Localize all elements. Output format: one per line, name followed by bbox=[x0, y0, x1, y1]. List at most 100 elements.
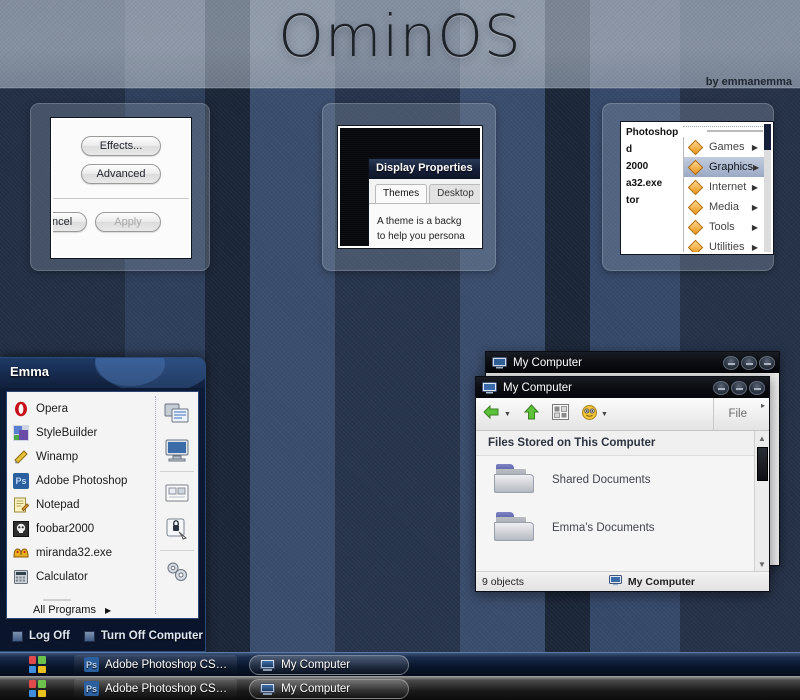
start-item-calculator[interactable]: Calculator bbox=[7, 565, 155, 589]
start-item-photoshop[interactable]: Ps Adobe Photoshop bbox=[7, 469, 155, 493]
minimize-button[interactable] bbox=[723, 356, 739, 370]
folder-diamond-icon bbox=[688, 159, 704, 175]
submenu-item-internet[interactable]: Internet ▶ bbox=[684, 177, 764, 197]
up-button[interactable] bbox=[523, 404, 540, 425]
taskbar-button-label: Adobe Photoshop CS… bbox=[105, 659, 227, 671]
submenu-label: Graphics bbox=[709, 161, 753, 173]
start-menu-header: Emma bbox=[0, 358, 205, 388]
toolbar-overflow-icon[interactable]: ▸ bbox=[761, 401, 765, 410]
start-item-foobar2000[interactable]: foobar2000 bbox=[7, 517, 155, 541]
minimize-button[interactable] bbox=[713, 381, 729, 395]
turn-off-icon bbox=[84, 631, 95, 642]
turn-off-computer-button[interactable]: Turn Off Computer bbox=[84, 630, 203, 642]
close-button[interactable] bbox=[749, 381, 765, 395]
display-properties-titlebar: Display Properties bbox=[369, 159, 482, 179]
chevron-right-icon: ▶ bbox=[752, 203, 758, 212]
windows-logo-icon bbox=[29, 656, 46, 673]
back-button[interactable]: ▼ bbox=[482, 404, 511, 425]
submenu-item-graphics[interactable]: Graphics ▶ bbox=[684, 157, 764, 177]
folder-diamond-icon bbox=[688, 199, 704, 215]
start-item-miranda[interactable]: miranda32.exe bbox=[7, 541, 155, 565]
preview-panel-display-properties[interactable]: Display Properties Themes Desktop A them… bbox=[322, 103, 496, 271]
preview-panel-startmenu[interactable]: Photoshop d 2000 a32.exe tor Games ▶ Gra… bbox=[602, 103, 774, 271]
taskbar-button-my-computer[interactable]: My Computer bbox=[249, 655, 409, 675]
submenu-label: Tools bbox=[709, 221, 735, 233]
display-properties-pane: A theme is a backg to help you persona bbox=[369, 203, 482, 248]
views-icon bbox=[552, 404, 569, 425]
my-computer-icon bbox=[482, 382, 496, 394]
tab-themes[interactable]: Themes bbox=[375, 184, 427, 203]
window-titlebar[interactable]: My Computer bbox=[476, 377, 769, 398]
list-item[interactable]: Emma's Documents bbox=[476, 504, 769, 552]
explorer-window-active[interactable]: My Computer ▼ ▼ bbox=[475, 376, 770, 592]
photoshop-icon: Ps bbox=[84, 657, 99, 672]
taskbar-blue[interactable]: Ps Adobe Photoshop CS… My Computer bbox=[0, 652, 800, 676]
start-menu[interactable]: Emma Opera StyleBuilder Winamp bbox=[0, 357, 206, 652]
startmenu-preview-scrollbar[interactable] bbox=[764, 124, 771, 252]
calculator-icon bbox=[13, 569, 29, 585]
log-off-button[interactable]: Log Off bbox=[12, 630, 70, 642]
opera-icon bbox=[13, 401, 29, 417]
display-properties-window[interactable]: Display Properties Themes Desktop A them… bbox=[368, 158, 482, 248]
start-menu-body: Opera StyleBuilder Winamp Ps Adobe Photo… bbox=[6, 391, 199, 619]
taskbar-button-photoshop[interactable]: Ps Adobe Photoshop CS… bbox=[74, 679, 237, 699]
taskbar-button-my-computer[interactable]: My Computer bbox=[249, 679, 409, 699]
start-item-winamp[interactable]: Winamp bbox=[7, 445, 155, 469]
list-item[interactable]: Shared Documents bbox=[476, 456, 769, 504]
program-label: Photoshop bbox=[623, 124, 683, 141]
start-item-notepad[interactable]: Notepad bbox=[7, 493, 155, 517]
wallpaper-band bbox=[205, 0, 250, 700]
submenu-item-tools[interactable]: Tools ▶ bbox=[684, 217, 764, 237]
maximize-button[interactable] bbox=[731, 381, 747, 395]
my-documents-icon[interactable] bbox=[164, 401, 190, 427]
smiley-button[interactable]: ▼ bbox=[581, 404, 608, 425]
window-title: My Computer bbox=[503, 382, 572, 394]
file-menu[interactable]: File bbox=[713, 398, 763, 430]
chevron-right-icon: ▶ bbox=[752, 223, 758, 232]
start-button[interactable] bbox=[0, 653, 74, 677]
maximize-button[interactable] bbox=[741, 356, 757, 370]
submenu-label: Games bbox=[709, 141, 744, 153]
chevron-right-icon: ▶ bbox=[105, 606, 111, 615]
effects-button[interactable]: Effects... bbox=[81, 136, 161, 156]
window-title: My Computer bbox=[513, 357, 582, 369]
smiley-icon bbox=[581, 404, 598, 425]
taskbar-graphite[interactable]: Ps Adobe Photoshop CS… My Computer bbox=[0, 676, 800, 700]
winamp-icon bbox=[13, 449, 29, 465]
display-properties-tabs: Themes Desktop bbox=[369, 179, 482, 203]
control-panel-icon[interactable] bbox=[164, 480, 190, 506]
os-title-area: OminOS bbox=[0, 2, 800, 70]
start-item-stylebuilder[interactable]: StyleBuilder bbox=[7, 421, 155, 445]
preview-panel-appearance[interactable]: Effects... Advanced ancel Apply bbox=[30, 103, 210, 271]
start-item-opera[interactable]: Opera bbox=[7, 397, 155, 421]
explorer-toolbar[interactable]: ▼ ▼ File ▸ bbox=[476, 398, 769, 431]
scroll-down-icon[interactable]: ▼ bbox=[755, 557, 769, 571]
window-controls[interactable] bbox=[723, 356, 775, 370]
taskbar-button-photoshop[interactable]: Ps Adobe Photoshop CS… bbox=[74, 655, 237, 675]
scrollbar-thumb[interactable] bbox=[757, 447, 768, 481]
window-controls[interactable] bbox=[713, 381, 765, 395]
apply-button[interactable]: Apply bbox=[95, 212, 161, 232]
submenu-item-media[interactable]: Media ▶ bbox=[684, 197, 764, 217]
security-center-icon[interactable] bbox=[164, 516, 190, 542]
miranda-icon bbox=[13, 545, 29, 561]
all-programs-button[interactable]: All Programs ▶ bbox=[7, 603, 155, 616]
vertical-scrollbar[interactable]: ▲ ▼ bbox=[754, 431, 769, 571]
settings-gears-icon[interactable] bbox=[164, 559, 190, 585]
views-button[interactable] bbox=[552, 404, 569, 425]
scroll-up-icon[interactable]: ▲ bbox=[755, 431, 769, 445]
my-computer-icon[interactable] bbox=[164, 437, 190, 463]
window-titlebar[interactable]: My Computer bbox=[486, 352, 779, 373]
tab-desktop[interactable]: Desktop bbox=[429, 184, 482, 203]
advanced-button[interactable]: Advanced bbox=[81, 164, 161, 184]
close-button[interactable] bbox=[759, 356, 775, 370]
taskbar-button-label: My Computer bbox=[281, 683, 350, 695]
notepad-icon bbox=[13, 497, 29, 513]
dialog-body: Effects... Advanced ancel Apply bbox=[53, 120, 189, 256]
submenu-item-utilities[interactable]: Utilities ▶ bbox=[684, 237, 764, 254]
submenu-label: Utilities bbox=[709, 241, 744, 253]
cancel-button[interactable]: ancel bbox=[51, 212, 87, 232]
start-button[interactable] bbox=[0, 677, 74, 700]
submenu-item-games[interactable]: Games ▶ bbox=[684, 137, 764, 157]
folder-diamond-icon bbox=[688, 219, 704, 235]
